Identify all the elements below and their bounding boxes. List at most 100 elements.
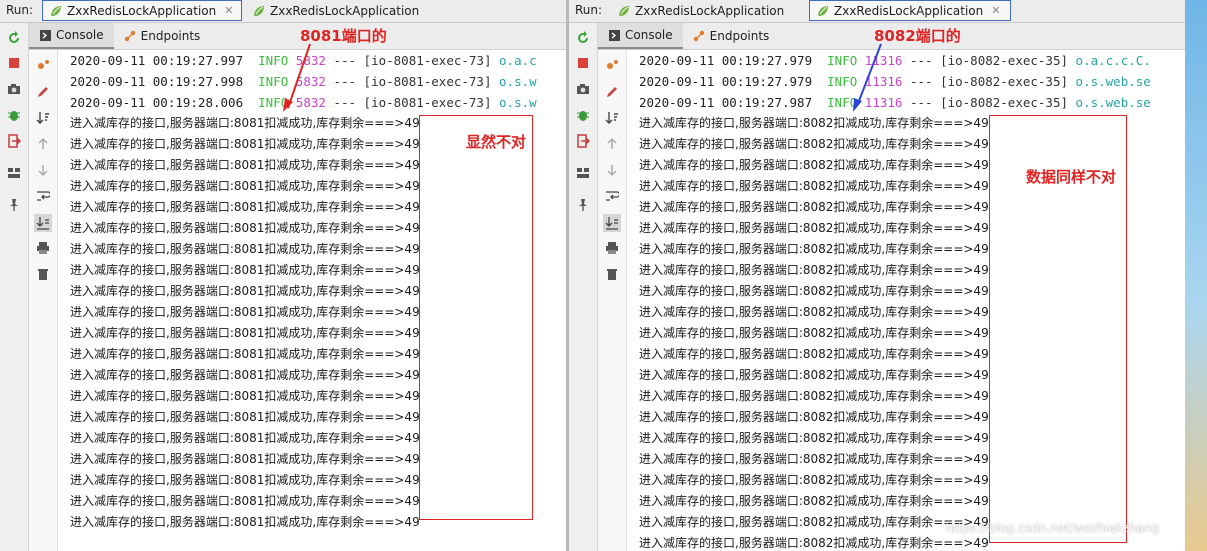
- scroll-to-end-icon[interactable]: [603, 214, 621, 232]
- soft-wrap-icon[interactable]: [35, 188, 51, 204]
- run-tab-app-2[interactable]: ZxxRedisLockApplication: [246, 0, 446, 21]
- log-dash: ---: [333, 95, 357, 110]
- arrow-up-icon[interactable]: [604, 136, 620, 152]
- log-dash: ---: [333, 53, 357, 68]
- stop-icon[interactable]: [6, 55, 22, 71]
- edit-icon[interactable]: [604, 84, 620, 100]
- debug-bug-icon[interactable]: [575, 107, 591, 123]
- soft-wrap-icon[interactable]: [604, 188, 620, 204]
- debug-icon[interactable]: [35, 58, 51, 74]
- annotation-note-right: 数据同样不对: [1026, 168, 1117, 186]
- scroll-to-end-icon[interactable]: [34, 214, 52, 232]
- log-dash: ---: [909, 95, 933, 110]
- spring-icon: [816, 4, 830, 18]
- log-ts: 2020-09-11 00:19:27.979: [639, 53, 813, 68]
- stop-icon[interactable]: [575, 55, 591, 71]
- annotation-arrow-left: [283, 43, 311, 112]
- close-icon[interactable]: ✕: [224, 4, 233, 17]
- annotation-note-left: 显然不对: [466, 133, 527, 151]
- log-line: 2020-09-11 00:19:27.979 INFO 11316 --- […: [639, 71, 1185, 92]
- endpoints-icon: [693, 30, 704, 41]
- layout-icon[interactable]: [575, 165, 591, 181]
- print-icon[interactable]: [35, 240, 51, 256]
- run-tab-label: ZxxRedisLockApplication: [834, 3, 984, 18]
- exit-icon[interactable]: [575, 133, 591, 149]
- debug-icon[interactable]: [604, 58, 620, 74]
- log-ts: 2020-09-11 00:19:27.998: [70, 74, 244, 89]
- run-side-toolbar: [569, 23, 598, 551]
- trash-icon[interactable]: [604, 266, 620, 282]
- run-panel-right: Run: ZxxRedisLockApplication ZxxRedisLoc…: [569, 0, 1186, 551]
- print-icon[interactable]: [604, 240, 620, 256]
- sort-icon[interactable]: [604, 110, 620, 126]
- desktop-wallpaper: [1185, 0, 1207, 551]
- run-tab-app-2[interactable]: ZxxRedisLockApplication ✕: [809, 0, 1011, 21]
- log-thread: [io-8081-exec-73]: [363, 95, 492, 110]
- log-cls: o.s.web.se: [1075, 95, 1151, 110]
- endpoints-icon: [124, 30, 135, 41]
- edit-icon[interactable]: [35, 84, 51, 100]
- log-ts: 2020-09-11 00:19:27.979: [639, 74, 813, 89]
- spring-icon: [252, 4, 266, 18]
- run-tab-label: ZxxRedisLockApplication: [635, 3, 785, 18]
- close-icon[interactable]: ✕: [991, 4, 1000, 17]
- log-thread: [io-8082-exec-35]: [940, 53, 1069, 68]
- arrow-up-icon[interactable]: [35, 136, 51, 152]
- tab-endpoints-label: Endpoints: [140, 29, 201, 43]
- log-thread: [io-8081-exec-73]: [363, 53, 492, 68]
- debug-bug-icon[interactable]: [6, 107, 22, 123]
- console-icon: [609, 29, 620, 41]
- watermark: https://blog.csdn.net/wozhiakzhang: [945, 521, 1159, 535]
- run-tab-app-1[interactable]: ZxxRedisLockApplication ✕: [42, 0, 242, 21]
- rerun-icon[interactable]: [6, 30, 22, 46]
- run-panel-left: Run: ZxxRedisLockApplication ✕ ZxxRedisL…: [0, 0, 567, 551]
- log-ts: 2020-09-11 00:19:27.997: [70, 53, 244, 68]
- log-thread: [io-8082-exec-35]: [940, 74, 1069, 89]
- run-toolbar: Run: ZxxRedisLockApplication ZxxRedisLoc…: [569, 0, 1185, 23]
- tab-console[interactable]: Console: [29, 23, 114, 49]
- camera-icon[interactable]: [575, 81, 591, 97]
- run-tab-label: ZxxRedisLockApplication: [67, 3, 217, 18]
- run-label: Run:: [6, 3, 34, 17]
- console-icon: [40, 29, 51, 41]
- run-label: Run:: [575, 3, 603, 17]
- log-cls: o.a.c: [499, 53, 537, 68]
- log-cls: o.s.w: [499, 95, 537, 110]
- tab-console[interactable]: Console: [598, 23, 683, 49]
- log-thread: [io-8082-exec-35]: [940, 95, 1069, 110]
- log-thread: [io-8081-exec-73]: [363, 74, 492, 89]
- pin-icon[interactable]: [575, 197, 591, 213]
- sort-icon[interactable]: [35, 110, 51, 126]
- exit-icon[interactable]: [6, 133, 22, 149]
- log-dash: ---: [909, 74, 933, 89]
- run-tab-app-1[interactable]: ZxxRedisLockApplication: [611, 0, 811, 21]
- run-toolbar: Run: ZxxRedisLockApplication ✕ ZxxRedisL…: [0, 0, 566, 23]
- arrow-down-icon[interactable]: [35, 162, 51, 178]
- spring-icon: [617, 4, 631, 18]
- rerun-icon[interactable]: [575, 30, 591, 46]
- log-line: 2020-09-11 00:19:27.987 INFO 11316 --- […: [639, 92, 1185, 113]
- tab-console-label: Console: [625, 28, 673, 42]
- tab-endpoints[interactable]: Endpoints: [114, 23, 211, 49]
- camera-icon[interactable]: [6, 81, 22, 97]
- run-side-toolbar: [0, 23, 29, 551]
- annotation-arrow-right: [853, 43, 882, 112]
- console-side-toolbar: [29, 50, 58, 551]
- tab-endpoints[interactable]: Endpoints: [683, 23, 780, 49]
- log-ts: 2020-09-11 00:19:27.987: [639, 95, 813, 110]
- tab-console-label: Console: [56, 28, 104, 42]
- tab-endpoints-label: Endpoints: [709, 29, 770, 43]
- run-tab-label: ZxxRedisLockApplication: [270, 3, 420, 18]
- log-ts: 2020-09-11 00:19:28.006: [70, 95, 244, 110]
- console-side-toolbar: [598, 50, 627, 551]
- trash-icon[interactable]: [35, 266, 51, 282]
- log-cls: o.s.w: [499, 74, 537, 89]
- spring-icon: [49, 4, 63, 18]
- log-cls: o.a.c.c.C.: [1075, 53, 1151, 68]
- log-dash: ---: [333, 74, 357, 89]
- pin-icon[interactable]: [6, 197, 22, 213]
- layout-icon[interactable]: [6, 165, 22, 181]
- arrow-down-icon[interactable]: [604, 162, 620, 178]
- annotation-box-left: [419, 115, 533, 520]
- log-dash: ---: [909, 53, 933, 68]
